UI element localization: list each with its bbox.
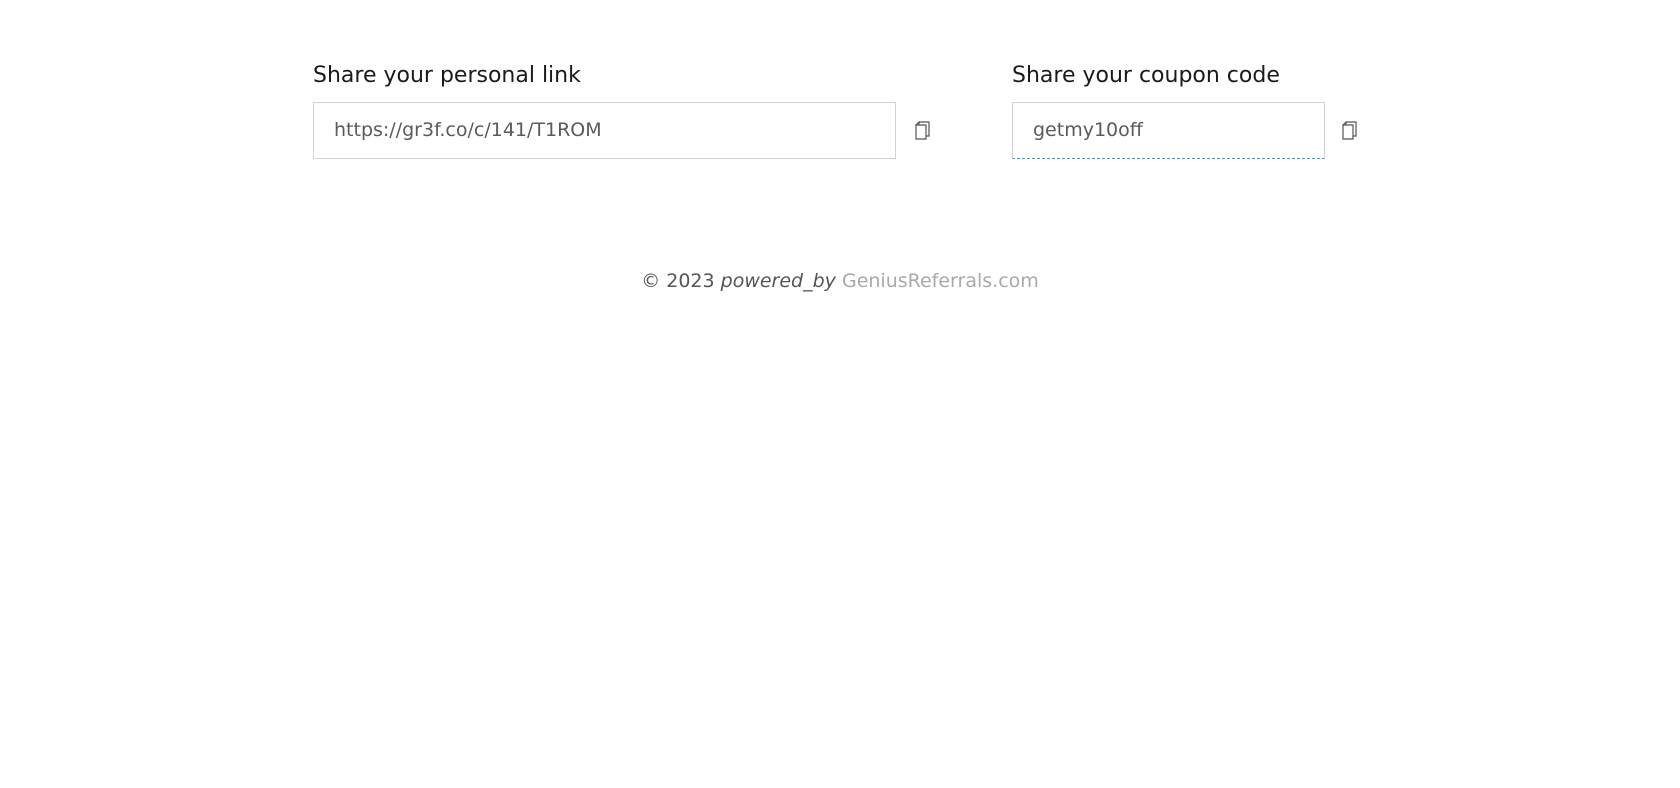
personal-link-field[interactable]: https://gr3f.co/c/141/T1ROM [313,102,896,159]
powered-by-text: powered_by [720,270,836,292]
copy-icon [1342,120,1357,140]
copyright-text: © 2023 [641,270,715,292]
page: Share your personal link https://gr3f.co… [0,0,1680,788]
genius-referrals-link[interactable]: GeniusReferrals.com [842,270,1039,292]
coupon-code-field[interactable]: getmy10off [1012,102,1325,159]
copy-coupon-button[interactable] [1339,120,1361,142]
coupon-code-section: Share your coupon code getmy10off [1012,60,1361,159]
coupon-code-row: getmy10off [1012,102,1361,159]
coupon-code-label: Share your coupon code [1012,63,1280,88]
personal-link-label: Share your personal link [313,63,581,88]
copy-icon [914,120,930,140]
personal-link-section: Share your personal link https://gr3f.co… [313,60,934,159]
personal-link-row: https://gr3f.co/c/141/T1ROM [313,102,934,159]
footer: © 2023 powered_by GeniusReferrals.com [0,268,1680,294]
copy-link-button[interactable] [912,120,934,142]
